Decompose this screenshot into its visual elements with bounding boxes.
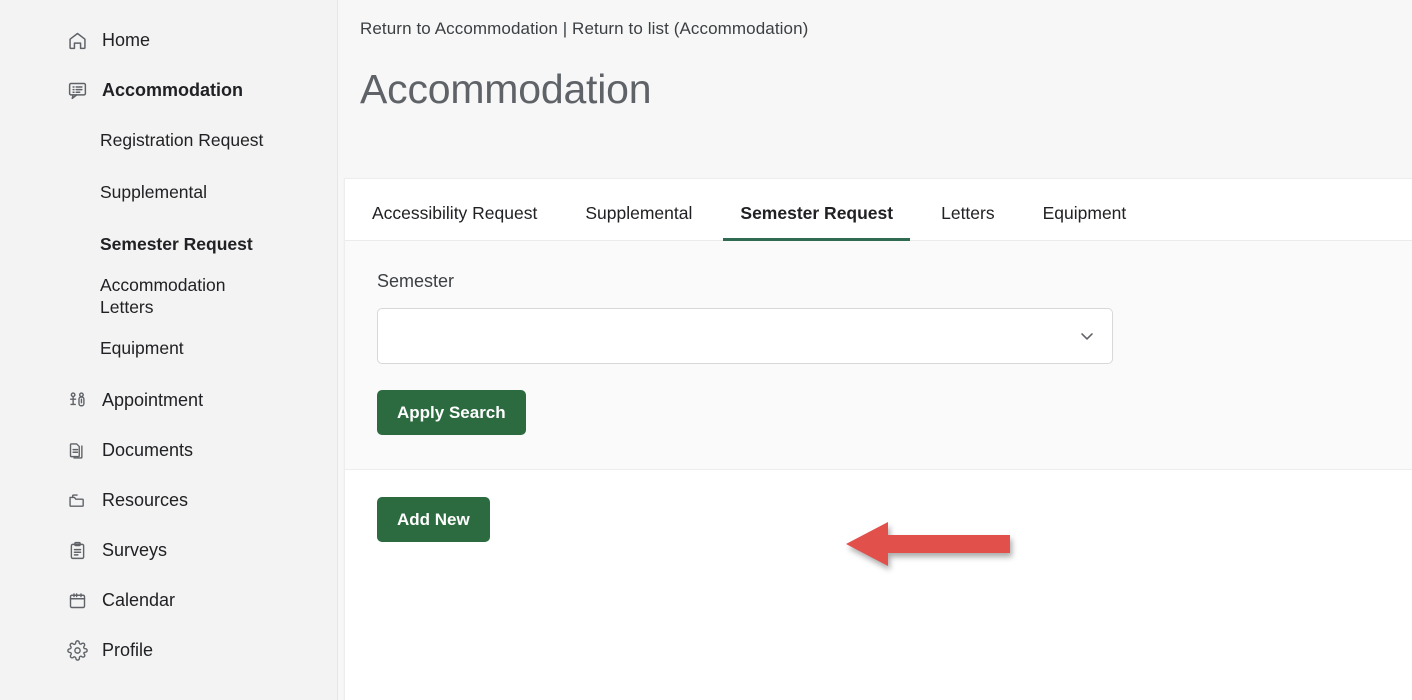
semester-label: Semester bbox=[377, 271, 455, 291]
sidebar-item-resources[interactable]: Resources bbox=[0, 482, 337, 518]
sidebar-item-documents[interactable]: Documents bbox=[0, 432, 337, 468]
accommodation-card: Accessibility Request Supplemental Semes… bbox=[344, 178, 1412, 700]
semester-select-wrapper bbox=[377, 308, 1113, 364]
tab-equipment[interactable]: Equipment bbox=[1026, 203, 1144, 240]
sidebar-item-label: Accommodation Letters bbox=[100, 274, 226, 317]
sidebar-item-label: Accommodation bbox=[102, 79, 244, 100]
sidebar-item-accommodation-letters[interactable]: Accommodation Letters bbox=[0, 275, 337, 317]
documents-icon bbox=[66, 439, 88, 461]
add-new-panel: Add New bbox=[345, 470, 1412, 590]
sidebar-item-accommodation[interactable]: Accommodation bbox=[0, 72, 337, 108]
sidebar-item-semester-request[interactable]: Semester Request bbox=[0, 226, 337, 262]
sidebar-item-label: Semester Request bbox=[100, 233, 253, 254]
sidebar: Home Accommodation Registration Request … bbox=[0, 0, 338, 700]
app-root: Home Accommodation Registration Request … bbox=[0, 0, 1412, 700]
main-content: Return to Accommodation | Return to list… bbox=[338, 0, 1412, 700]
tab-semester-request[interactable]: Semester Request bbox=[723, 203, 910, 241]
apply-search-row: Apply Search bbox=[377, 390, 1412, 435]
sidebar-item-label: Supplemental bbox=[100, 181, 208, 202]
breadcrumb[interactable]: Return to Accommodation | Return to list… bbox=[344, 0, 1412, 39]
sidebar-item-supplemental[interactable]: Supplemental bbox=[0, 174, 337, 210]
resources-icon bbox=[66, 489, 88, 511]
sidebar-item-equipment[interactable]: Equipment bbox=[0, 330, 337, 366]
semester-select[interactable] bbox=[377, 308, 1113, 364]
sidebar-item-label: Equipment bbox=[100, 337, 184, 358]
tab-accessibility-request[interactable]: Accessibility Request bbox=[355, 203, 554, 240]
sidebar-item-calendar[interactable]: Calendar bbox=[0, 582, 337, 618]
sidebar-item-label: Registration Request bbox=[100, 129, 264, 150]
sidebar-item-profile[interactable]: Profile bbox=[0, 632, 337, 668]
home-icon bbox=[66, 29, 88, 51]
add-new-button[interactable]: Add New bbox=[377, 497, 490, 542]
appointment-icon bbox=[66, 389, 88, 411]
accommodation-icon bbox=[66, 79, 88, 101]
sidebar-item-surveys[interactable]: Surveys bbox=[0, 532, 337, 568]
sidebar-item-home[interactable]: Home bbox=[0, 22, 337, 58]
calendar-icon bbox=[66, 589, 88, 611]
sidebar-item-appointment[interactable]: Appointment bbox=[0, 382, 337, 418]
tab-supplemental[interactable]: Supplemental bbox=[568, 203, 709, 240]
page-title: Accommodation bbox=[360, 66, 652, 112]
tab-bar: Accessibility Request Supplemental Semes… bbox=[345, 179, 1412, 241]
sidebar-item-registration-request[interactable]: Registration Request bbox=[0, 122, 337, 158]
profile-icon bbox=[66, 639, 88, 661]
tab-letters[interactable]: Letters bbox=[924, 203, 1012, 240]
apply-search-button[interactable]: Apply Search bbox=[377, 390, 526, 435]
search-panel: Semester Apply Search bbox=[345, 241, 1412, 470]
surveys-icon bbox=[66, 539, 88, 561]
